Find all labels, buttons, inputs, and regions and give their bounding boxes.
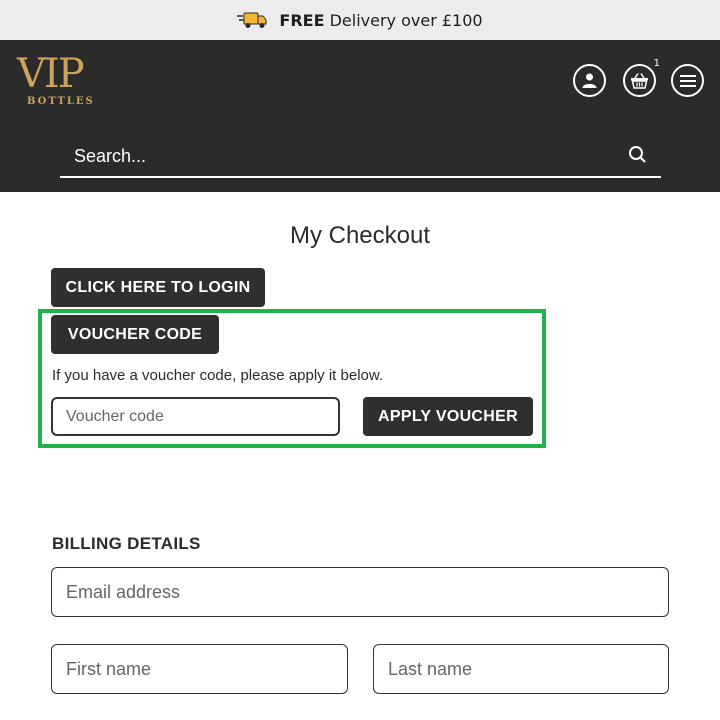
logo-sub-text: BOTTLES [27, 96, 95, 107]
search-input[interactable] [60, 136, 620, 176]
search-bar [60, 136, 661, 178]
logo-main-text: VIP [17, 51, 85, 97]
basket-icon[interactable]: 1 [623, 58, 660, 97]
vip-bottles-logo[interactable]: VIP BOTTLES [17, 54, 97, 120]
cart-count-badge: 1 [653, 58, 660, 69]
search-icon[interactable] [627, 144, 649, 166]
last-name-field[interactable] [373, 644, 669, 694]
account-icon[interactable] [573, 64, 606, 97]
site-header: VIP BOTTLES 1 [0, 40, 720, 192]
page-title: My Checkout [289, 222, 431, 249]
voucher-code-input[interactable] [51, 397, 340, 436]
promo-bar: FREE Delivery over £100 [0, 0, 720, 40]
menu-icon[interactable] [671, 64, 704, 97]
voucher-code-button[interactable]: VOUCHER CODE [51, 315, 219, 354]
apply-voucher-button[interactable]: APPLY VOUCHER [363, 397, 533, 436]
login-button[interactable]: CLICK HERE TO LOGIN [51, 268, 265, 307]
billing-details-heading: BILLING DETAILS [52, 534, 201, 553]
voucher-info-text: If you have a voucher code, please apply… [52, 367, 384, 384]
first-name-field[interactable] [51, 644, 348, 694]
delivery-van-icon [237, 11, 267, 29]
email-field[interactable] [51, 567, 669, 617]
promo-text: FREE Delivery over £100 [279, 10, 483, 30]
